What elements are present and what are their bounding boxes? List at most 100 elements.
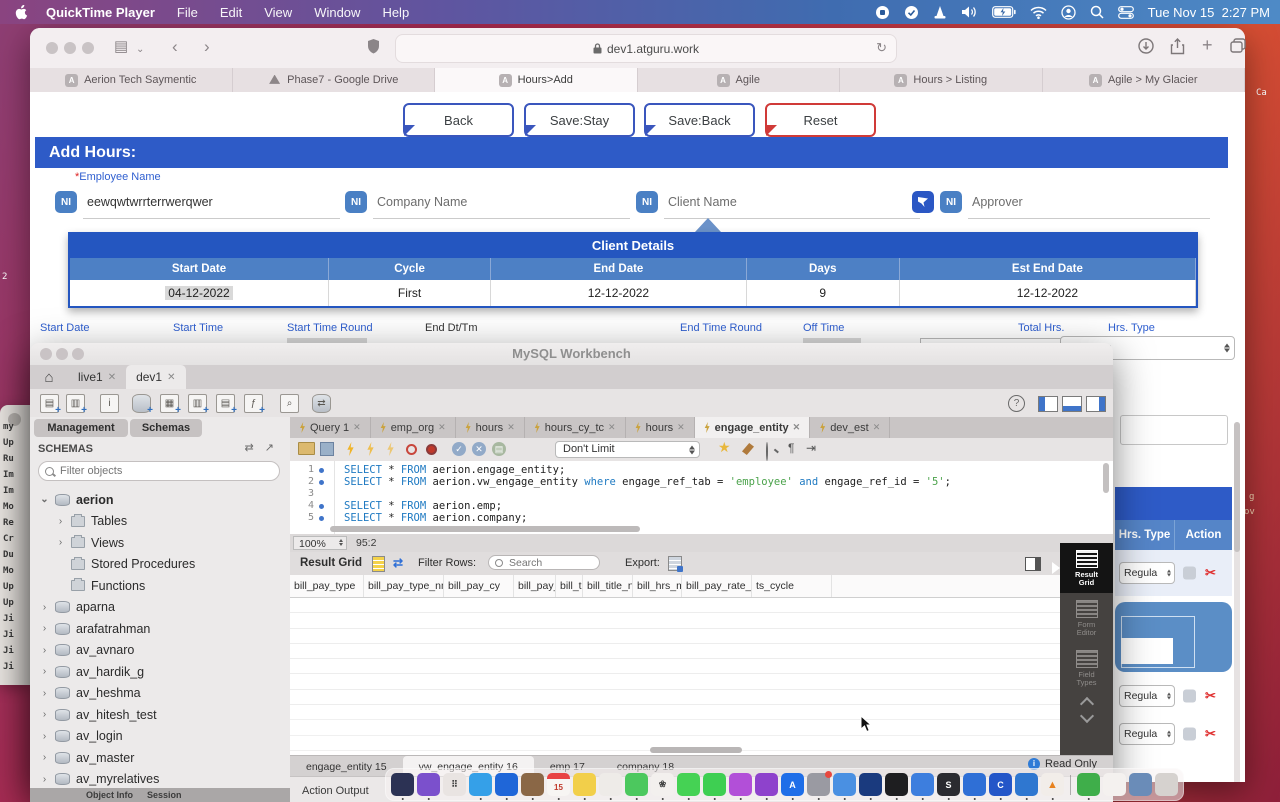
schema-tree-item[interactable]: Functions <box>30 575 290 597</box>
dock-icon[interactable]: S <box>937 773 960 796</box>
tab-overview-icon[interactable] <box>1230 38 1246 58</box>
dock-icon[interactable] <box>1077 773 1100 796</box>
connection-tab[interactable]: dev1 ✕ <box>126 365 185 389</box>
forward-icon[interactable]: › <box>204 38 210 56</box>
dock-icon[interactable] <box>1155 773 1178 796</box>
menu-bar-clock[interactable]: Tue Nov 15 2:27 PM <box>1148 5 1270 20</box>
grid-column-header[interactable]: bill_pay_rate <box>514 575 556 597</box>
browser-tab[interactable]: A Aerion Tech Saymentic <box>30 68 233 92</box>
grid-row[interactable] <box>290 613 1060 628</box>
spotlight-search-icon[interactable] <box>1090 5 1104 19</box>
open-file-icon[interactable] <box>298 442 315 455</box>
expand-arrow-icon[interactable]: › <box>40 602 49 613</box>
grid-row[interactable] <box>290 690 1060 705</box>
schema-tree-item[interactable]: › aparna <box>30 597 290 619</box>
grid-column-header[interactable]: bill_pay_type_nm <box>364 575 444 597</box>
search-icon[interactable]: ⌕ <box>280 394 299 413</box>
ni-badge[interactable]: NI <box>55 191 77 213</box>
new-tab-icon[interactable]: + <box>1202 36 1213 54</box>
shield-icon[interactable] <box>367 38 380 59</box>
mysql-workbench-window[interactable]: MySQL Workbench ⌂ live1 ✕ dev1 ✕ <box>30 343 1113 802</box>
dock-icon[interactable] <box>599 773 622 796</box>
close-button[interactable] <box>40 348 52 360</box>
row-checkbox[interactable] <box>1183 690 1196 703</box>
dock-icon[interactable]: C <box>989 773 1012 796</box>
dock-icon[interactable] <box>963 773 986 796</box>
grid-column-header[interactable]: ts_cycle <box>752 575 832 597</box>
dock-icon[interactable] <box>859 773 882 796</box>
query-tab[interactable]: hours_cy_tc ✕ <box>525 417 626 438</box>
schema-tree-item[interactable]: › av_master <box>30 747 290 769</box>
active-app-name[interactable]: QuickTime Player <box>46 5 155 20</box>
create-function-icon[interactable]: ƒ <box>244 394 263 413</box>
grid-search[interactable] <box>488 555 600 570</box>
save-icon[interactable] <box>320 442 334 456</box>
volume-icon[interactable] <box>961 5 978 19</box>
dock-icon[interactable] <box>521 773 544 796</box>
field-value[interactable]: eewqwtwrrterrwerqwer <box>87 195 213 209</box>
dock-icon[interactable] <box>703 773 726 796</box>
expand-arrow-icon[interactable]: › <box>40 623 49 634</box>
schema-tree-item[interactable]: ⌄ aerion <box>30 489 290 511</box>
popup-option[interactable] <box>1121 638 1173 664</box>
shortcuts-icon[interactable] <box>904 5 919 20</box>
filter-icon[interactable] <box>912 191 934 213</box>
create-schema-icon[interactable] <box>132 394 151 413</box>
dock-icon[interactable]: A <box>781 773 804 796</box>
execute-current-icon[interactable] <box>366 442 375 456</box>
refresh-icon[interactable]: ⇄ ↗ <box>245 441 279 454</box>
wrap-text-icon[interactable]: ⇥ <box>806 441 816 455</box>
rollback-icon[interactable]: ✕ <box>472 442 486 456</box>
form-button[interactable]: Back <box>403 103 514 137</box>
delete-scissors-icon[interactable]: ✂ <box>1205 726 1216 742</box>
schema-tree-item[interactable]: › arafatrahman <box>30 618 290 640</box>
autocommit-icon[interactable]: ▤ <box>492 442 506 456</box>
find-icon[interactable] <box>766 442 768 461</box>
dock-icon[interactable] <box>833 773 856 796</box>
schema-tree-item[interactable]: › av_login <box>30 726 290 748</box>
schema-tree-item[interactable]: › av_heshma <box>30 683 290 705</box>
query-tab[interactable]: engage_entity ✕ <box>695 417 811 438</box>
close-icon[interactable]: ✕ <box>108 372 116 383</box>
user-account-icon[interactable] <box>1061 5 1076 20</box>
apple-icon[interactable] <box>14 5 28 19</box>
expand-arrow-icon[interactable]: › <box>56 516 65 527</box>
schema-tree-item[interactable]: › av_hardik_g <box>30 661 290 683</box>
grid-icon[interactable] <box>372 556 385 572</box>
sidebar-icon[interactable]: ▤ <box>114 38 128 56</box>
schema-tree-item[interactable]: › av_hitesh_test <box>30 704 290 726</box>
home-tab-icon[interactable]: ⌂ <box>30 365 68 389</box>
result-view-option[interactable]: Form Editor <box>1060 593 1113 643</box>
grid-row[interactable] <box>290 674 1060 689</box>
vlc-cone-icon[interactable] <box>933 5 947 20</box>
sidebar-bottom-tab[interactable]: Object Info <box>86 790 133 800</box>
dock-icon[interactable] <box>1070 775 1071 795</box>
sidebar-bottom-tab[interactable]: Session <box>147 790 182 800</box>
chevron-down-icon[interactable]: ⌄ <box>136 41 144 59</box>
back-icon[interactable]: ‹ <box>172 38 178 56</box>
dock-icon[interactable] <box>1129 773 1152 796</box>
refresh-icon[interactable]: ⇄ <box>393 556 403 570</box>
dock-icon[interactable] <box>885 773 908 796</box>
query-tab[interactable]: Query 1 ✕ <box>290 417 371 438</box>
control-center-icon[interactable] <box>1118 6 1134 19</box>
close-icon[interactable]: ✕ <box>507 422 515 433</box>
toggle-right-panel-icon[interactable] <box>1086 396 1106 412</box>
create-procedure-icon[interactable]: ▤ <box>216 394 235 413</box>
close-icon[interactable]: ✕ <box>677 422 685 433</box>
close-button[interactable] <box>46 42 58 54</box>
downloads-icon[interactable] <box>1138 38 1154 59</box>
hrs-type-row-select[interactable]: Regula <box>1119 685 1175 707</box>
expand-arrow-icon[interactable]: › <box>40 688 49 699</box>
toggle-bottom-panel-icon[interactable] <box>1062 396 1082 412</box>
expand-arrow-icon[interactable]: › <box>40 731 49 742</box>
dock-icon[interactable]: ▲ <box>1041 773 1064 796</box>
zoom-button[interactable] <box>72 348 84 360</box>
create-view-icon[interactable]: ▥ <box>188 394 207 413</box>
result-view-option[interactable]: Result Grid <box>1060 543 1113 593</box>
ni-badge[interactable]: NI <box>940 191 962 213</box>
dock-icon[interactable] <box>729 773 752 796</box>
delete-scissors-icon[interactable]: ✂ <box>1205 565 1216 581</box>
grid-row[interactable] <box>290 598 1060 613</box>
dock-icon[interactable] <box>625 773 648 796</box>
